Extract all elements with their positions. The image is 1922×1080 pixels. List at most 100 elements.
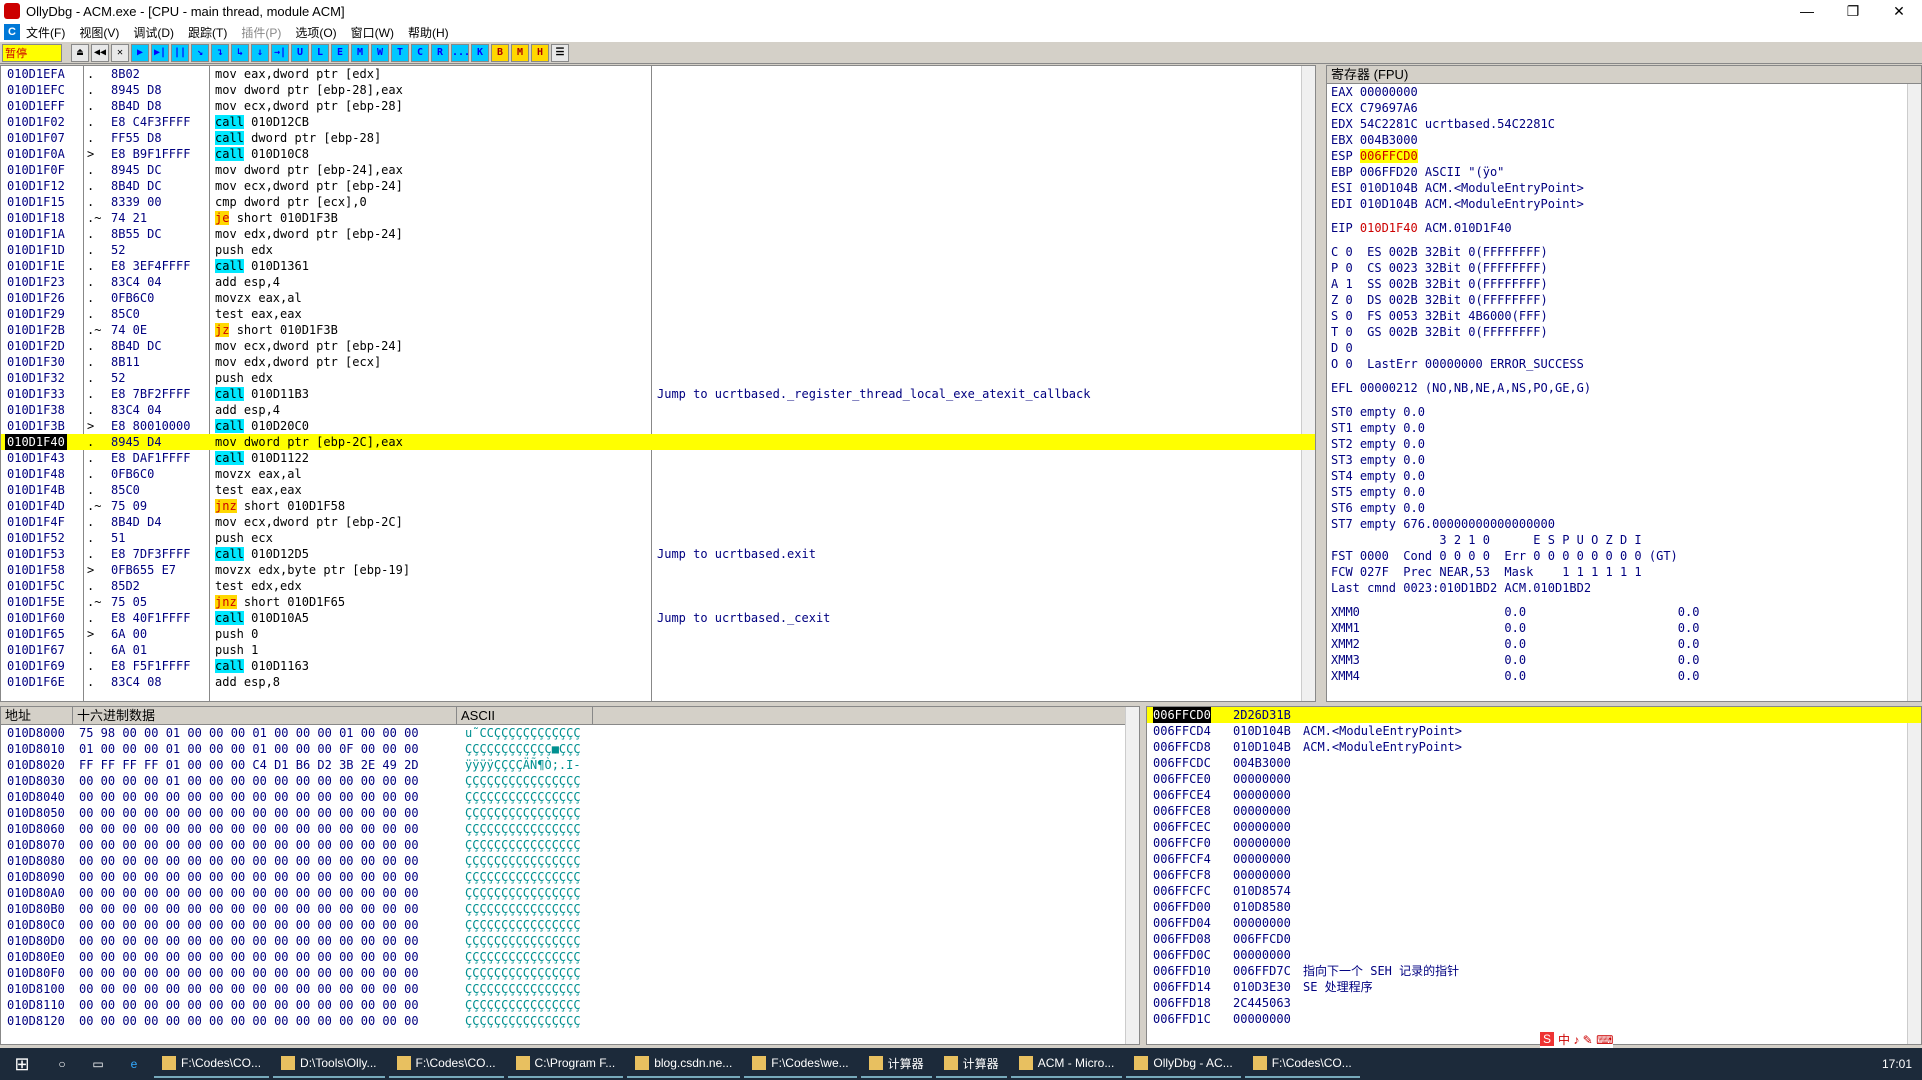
disasm-row[interactable]: 010D1F3B > E8 80010000 call 010D20C0 bbox=[1, 418, 1315, 434]
dump-header-ascii[interactable]: ASCII bbox=[457, 707, 593, 724]
disasm-row[interactable]: 010D1F33. E8 7BF2FFFF call 010D11B3 Jump to… bbox=[1, 386, 1315, 402]
dump-row[interactable]: 010D8000 75 98 00 00 01 00 00 00 01 00 00… bbox=[1, 725, 1139, 741]
dump-row[interactable]: 010D80D0 00 00 00 00 00 00 00 00 00 00 00… bbox=[1, 933, 1139, 949]
toolbar-button[interactable]: C bbox=[411, 43, 429, 62]
disasm-row[interactable]: 010D1F38. 83C4 04 add esp,4 bbox=[1, 402, 1315, 418]
stack-row[interactable]: 006FFCFC 010D8574 bbox=[1147, 883, 1921, 899]
disasm-row[interactable]: 010D1EFC. 8945 D8 mov dword ptr [ebp-28],e… bbox=[1, 82, 1315, 98]
menu-help[interactable]: 帮助(H) bbox=[408, 24, 449, 41]
registers-scrollbar[interactable] bbox=[1907, 84, 1921, 701]
register-line[interactable]: EAX 00000000 bbox=[1327, 84, 1921, 100]
taskbar-item[interactable]: C:\Program F... bbox=[507, 1050, 624, 1078]
disasm-row[interactable]: 010D1F52. 51 push ecx bbox=[1, 530, 1315, 546]
disasm-row[interactable]: 010D1F65 >6A 00 push 0 bbox=[1, 626, 1315, 642]
search-icon[interactable]: ○ bbox=[44, 1057, 80, 1071]
register-line[interactable]: S 0 FS 0053 32Bit 4B6000(FFF) bbox=[1327, 308, 1921, 324]
toolbar-button[interactable]: M bbox=[351, 43, 369, 62]
stack-row[interactable]: 006FFD18 2C445063 bbox=[1147, 995, 1921, 1011]
toolbar-button[interactable]: ⏏ bbox=[71, 43, 89, 62]
register-line[interactable]: EFL 00000212 (NO,NB,NE,A,NS,PO,GE,G) bbox=[1327, 380, 1921, 396]
disasm-row[interactable]: 010D1F30. 8B11 mov edx,dword ptr [ecx] bbox=[1, 354, 1315, 370]
disasm-row[interactable]: 010D1F58 >0FB655 E7 movzx edx,byte ptr [eb… bbox=[1, 562, 1315, 578]
taskbar-item[interactable]: 计算器 bbox=[935, 1050, 1007, 1078]
toolbar-button[interactable]: W bbox=[371, 43, 389, 62]
toolbar-button[interactable]: ... bbox=[451, 43, 470, 62]
disasm-row[interactable]: 010D1F1E. E8 3EF4FFFF call 010D1361 bbox=[1, 258, 1315, 274]
stack-row[interactable]: 006FFCE8 00000000 bbox=[1147, 803, 1921, 819]
disasm-row[interactable]: 010D1F69. E8 F5F1FFFF call 010D1163 bbox=[1, 658, 1315, 674]
stack-row[interactable]: 006FFD1C 00000000 bbox=[1147, 1011, 1921, 1027]
stack-row[interactable]: 006FFD10 006FFD7C 指向下一个 SEH 记录的指针 bbox=[1147, 963, 1921, 979]
menu-plugins[interactable]: 插件(P) bbox=[241, 24, 281, 41]
edge-browser-icon[interactable]: e bbox=[116, 1057, 152, 1071]
toolbar-button[interactable]: ↳ bbox=[231, 43, 249, 62]
stack-row[interactable]: 006FFCEC 00000000 bbox=[1147, 819, 1921, 835]
windows-start-icon[interactable]: ⊞ bbox=[0, 1054, 44, 1075]
stack-row[interactable]: 006FFD08 006FFCD0 bbox=[1147, 931, 1921, 947]
taskbar-clock[interactable]: 17:01 bbox=[1882, 1057, 1912, 1071]
disasm-row[interactable]: 010D1F60. E8 40F1FFFF call 010D10A5 Jump to… bbox=[1, 610, 1315, 626]
toolbar-button[interactable]: →| bbox=[271, 43, 289, 62]
disasm-row[interactable]: 010D1F15. 8339 00 cmp dword ptr [ecx],0 bbox=[1, 194, 1315, 210]
register-line[interactable]: Z 0 DS 002B 32Bit 0(FFFFFFFF) bbox=[1327, 292, 1921, 308]
dump-row[interactable]: 010D80E0 00 00 00 00 00 00 00 00 00 00 00… bbox=[1, 949, 1139, 965]
disasm-row[interactable]: 010D1F29. 85C0 test eax,eax bbox=[1, 306, 1315, 322]
dump-row[interactable]: 010D8030 00 00 00 00 01 00 00 00 00 00 00… bbox=[1, 773, 1139, 789]
register-line[interactable]: ESI 010D104B ACM.<ModuleEntryPoint> bbox=[1327, 180, 1921, 196]
register-line[interactable]: O 0 LastErr 00000000 ERROR_SUCCESS bbox=[1327, 356, 1921, 372]
taskbar-item[interactable]: F:\Codes\CO... bbox=[1244, 1050, 1360, 1078]
register-line[interactable]: XMM3 0.0 0.0 bbox=[1327, 652, 1921, 668]
disasm-row[interactable]: 010D1F4D .~ 75 09 jnz short 010D1F58 bbox=[1, 498, 1315, 514]
disassembly-pane[interactable]: 010D1EFA. 8B02 mov eax,dword ptr [edx] 010D… bbox=[0, 65, 1316, 702]
taskbar-item[interactable]: blog.csdn.ne... bbox=[627, 1050, 741, 1078]
register-line[interactable]: ST4 empty 0.0 bbox=[1327, 468, 1921, 484]
register-line[interactable]: A 1 SS 002B 32Bit 0(FFFFFFFF) bbox=[1327, 276, 1921, 292]
dump-row[interactable]: 010D80C0 00 00 00 00 00 00 00 00 00 00 00… bbox=[1, 917, 1139, 933]
disasm-row[interactable]: 010D1F40. 8945 D4 mov dword ptr [ebp-2C],e… bbox=[1, 434, 1315, 450]
stack-row[interactable]: 006FFCF4 00000000 bbox=[1147, 851, 1921, 867]
register-line[interactable]: 3 2 1 0 E S P U O Z D I bbox=[1327, 532, 1921, 548]
register-line[interactable]: XMM4 0.0 0.0 bbox=[1327, 668, 1921, 684]
disasm-row[interactable]: 010D1EFF. 8B4D D8 mov ecx,dword ptr [ebp-2… bbox=[1, 98, 1315, 114]
disasm-row[interactable]: 010D1F0F. 8945 DC mov dword ptr [ebp-24],e… bbox=[1, 162, 1315, 178]
disasm-row[interactable]: 010D1F02. E8 C4F3FFFF call 010D12CB bbox=[1, 114, 1315, 130]
stack-row[interactable]: 006FFD04 00000000 bbox=[1147, 915, 1921, 931]
disasm-row[interactable]: 010D1F5C. 85D2 test edx,edx bbox=[1, 578, 1315, 594]
dump-row[interactable]: 010D80A0 00 00 00 00 00 00 00 00 00 00 00… bbox=[1, 885, 1139, 901]
dump-row[interactable]: 010D8070 00 00 00 00 00 00 00 00 00 00 00… bbox=[1, 837, 1139, 853]
register-line[interactable]: D 0 bbox=[1327, 340, 1921, 356]
disasm-row[interactable]: 010D1F53. E8 7DF3FFFF call 010D12D5 Jump to… bbox=[1, 546, 1315, 562]
register-line[interactable]: ECX C79697A6 bbox=[1327, 100, 1921, 116]
register-line[interactable]: P 0 CS 0023 32Bit 0(FFFFFFFF) bbox=[1327, 260, 1921, 276]
taskbar-item[interactable]: D:\Tools\Olly... bbox=[273, 1050, 385, 1078]
toolbar-button[interactable]: ▶ bbox=[131, 43, 149, 62]
dump-row[interactable]: 010D80B0 00 00 00 00 00 00 00 00 00 00 00… bbox=[1, 901, 1139, 917]
dump-row[interactable]: 010D8100 00 00 00 00 00 00 00 00 00 00 00… bbox=[1, 981, 1139, 997]
stack-row[interactable]: 006FFCF0 00000000 bbox=[1147, 835, 1921, 851]
toolbar-button[interactable]: K bbox=[471, 43, 489, 62]
toolbar-button[interactable]: ↓ bbox=[251, 43, 269, 62]
disasm-row[interactable]: 010D1F6E. 83C4 08 add esp,8 bbox=[1, 674, 1315, 690]
stack-row[interactable]: 006FFD14 010D3E30 SE 处理程序 bbox=[1147, 979, 1921, 995]
toolbar-button[interactable]: H bbox=[531, 43, 549, 62]
disasm-row[interactable]: 010D1F0A > E8 B9F1FFFF call 010D10C8 bbox=[1, 146, 1315, 162]
register-line[interactable]: C 0 ES 002B 32Bit 0(FFFFFFFF) bbox=[1327, 244, 1921, 260]
menu-trace[interactable]: 跟踪(T) bbox=[188, 24, 227, 41]
disasm-row[interactable]: 010D1F67. 6A 01 push 1 bbox=[1, 642, 1315, 658]
taskbar-item[interactable]: ACM - Micro... bbox=[1010, 1050, 1123, 1078]
stack-row[interactable]: 006FFCD8 010D104B ACM.<ModuleEntryPoint> bbox=[1147, 739, 1921, 755]
toolbar-button[interactable]: ↘ bbox=[191, 43, 209, 62]
disasm-row[interactable]: 010D1F23. 83C4 04 add esp,4 bbox=[1, 274, 1315, 290]
disasm-row[interactable]: 010D1F1D. 52 push edx bbox=[1, 242, 1315, 258]
register-line[interactable]: XMM1 0.0 0.0 bbox=[1327, 620, 1921, 636]
stack-row[interactable]: 006FFCF8 00000000 bbox=[1147, 867, 1921, 883]
register-line[interactable]: ESP 006FFCD0 bbox=[1327, 148, 1921, 164]
register-line[interactable]: ST2 empty 0.0 bbox=[1327, 436, 1921, 452]
register-line[interactable]: EIP 010D1F40 ACM.010D1F40 bbox=[1327, 220, 1921, 236]
disasm-row[interactable]: 010D1F07. FF55 D8 call dword ptr [ebp-28] bbox=[1, 130, 1315, 146]
taskbar-item[interactable]: OllyDbg - AC... bbox=[1126, 1050, 1241, 1078]
close-button[interactable]: ✕ bbox=[1876, 3, 1922, 20]
stack-row[interactable]: 006FFCE0 00000000 bbox=[1147, 771, 1921, 787]
disasm-row[interactable]: 010D1EFA. 8B02 mov eax,dword ptr [edx] bbox=[1, 66, 1315, 82]
register-line[interactable]: ST0 empty 0.0 bbox=[1327, 404, 1921, 420]
